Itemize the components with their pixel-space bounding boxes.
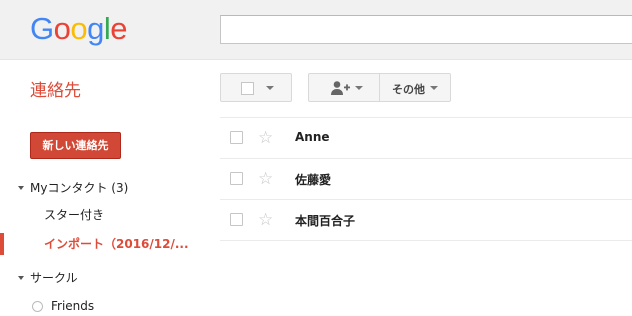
row-checkbox[interactable] <box>230 172 243 185</box>
row-checkbox[interactable] <box>230 213 243 226</box>
star-icon[interactable]: ☆ <box>258 169 273 189</box>
chevron-down-icon <box>430 86 438 90</box>
contact-name[interactable]: 佐藤愛 <box>295 171 331 188</box>
select-all-checkbox[interactable] <box>241 82 254 95</box>
contact-name[interactable]: Anne <box>295 130 330 144</box>
search-input[interactable] <box>220 15 632 44</box>
chevron-down-icon <box>355 86 363 90</box>
logo-letter: e <box>110 11 128 46</box>
sidebar-item-label: スター付き <box>44 208 105 222</box>
sidebar-item-label: サークル <box>30 271 78 285</box>
new-contact-button[interactable]: 新しい連絡先 <box>30 132 121 159</box>
sidebar-item-label: Friends <box>51 299 95 313</box>
logo-letter: o <box>53 11 71 46</box>
contact-row[interactable]: ☆ Anne <box>220 118 632 159</box>
chevron-down-icon <box>266 86 274 90</box>
star-icon[interactable]: ☆ <box>258 210 273 230</box>
star-icon[interactable]: ☆ <box>258 128 273 148</box>
add-person-icon <box>331 81 350 95</box>
row-checkbox[interactable] <box>230 131 243 144</box>
select-all-button[interactable] <box>220 73 292 102</box>
page-title: 連絡先 <box>30 81 81 101</box>
contact-row[interactable]: ☆ 本間百合子 <box>220 200 632 241</box>
logo-letter: o <box>70 11 88 46</box>
sidebar-item-label: Myコンタクト (3) <box>30 181 129 195</box>
add-to-contacts-button[interactable] <box>308 73 380 102</box>
expand-triangle-icon[interactable] <box>18 186 24 190</box>
contact-name[interactable]: 本間百合子 <box>295 212 355 229</box>
logo-letter: g <box>87 11 104 46</box>
expand-triangle-icon[interactable] <box>18 276 24 280</box>
circle-icon <box>32 301 43 312</box>
sidebar-item-import[interactable]: インポート（2016/12/... <box>0 233 218 255</box>
sidebar-item-label: インポート（2016/12/... <box>44 237 189 251</box>
top-header: Google <box>0 0 632 60</box>
more-button[interactable]: その他 <box>379 73 451 102</box>
logo-letter: G <box>30 11 54 46</box>
more-button-label: その他 <box>392 83 425 96</box>
selected-indicator <box>0 233 4 255</box>
google-logo[interactable]: Google <box>30 11 128 46</box>
contact-row[interactable]: ☆ 佐藤愛 <box>220 159 632 200</box>
